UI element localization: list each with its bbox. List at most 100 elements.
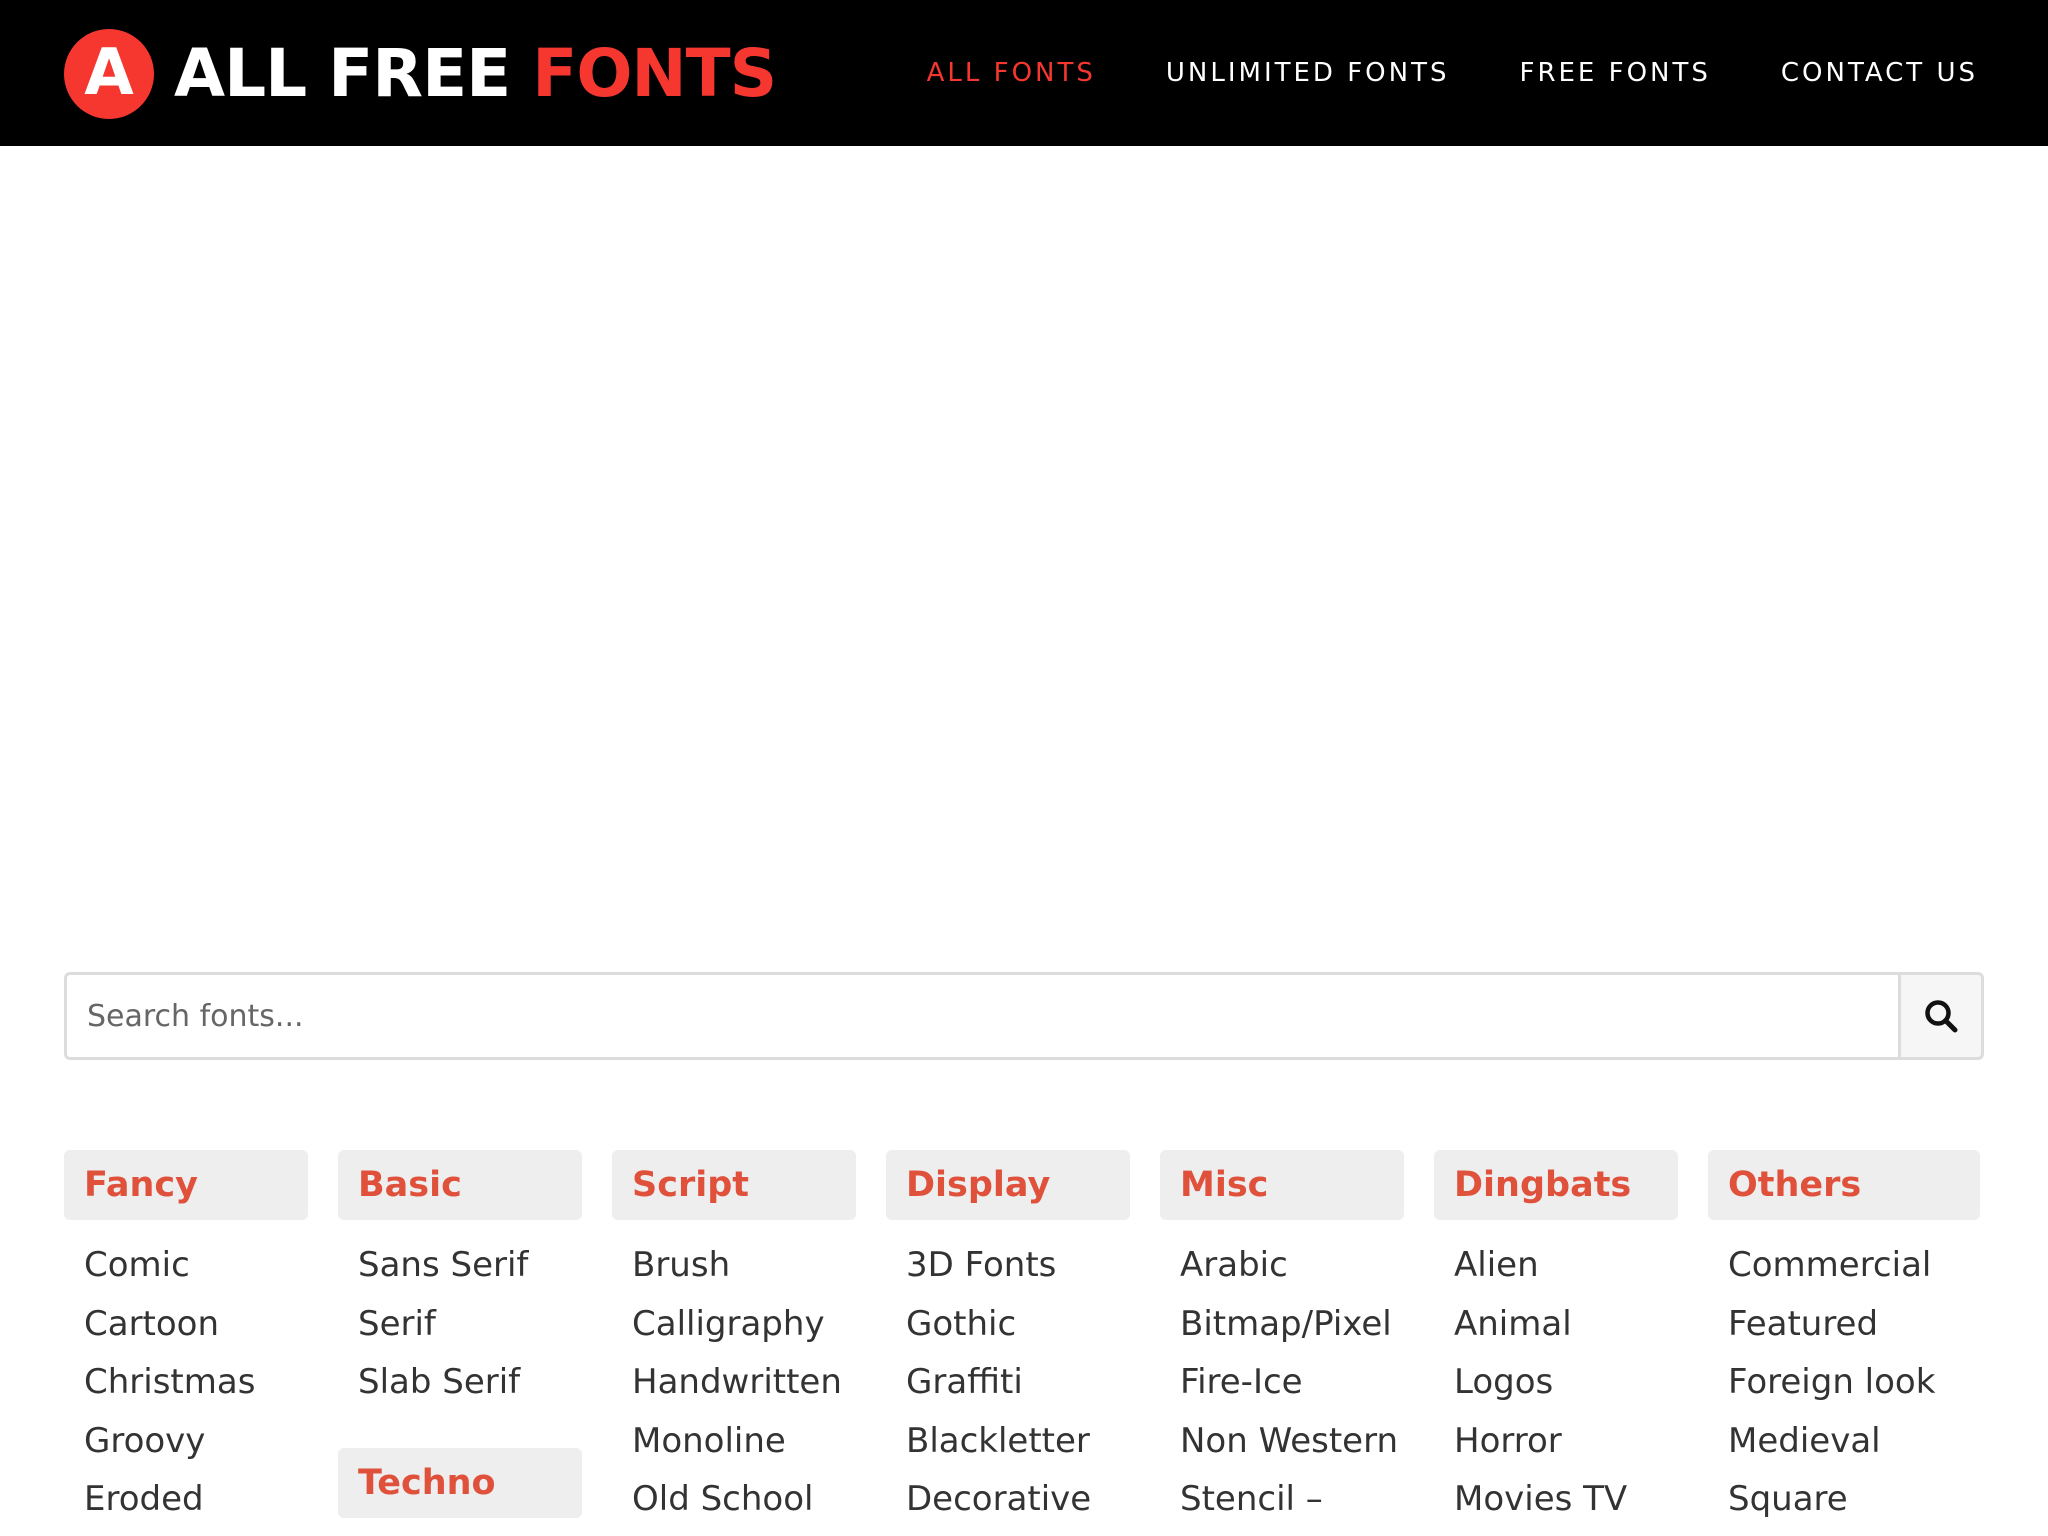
list-item: Horror	[1454, 1412, 1678, 1471]
category-list: Arabic Bitmap/Pixel Fire-Ice Non Western…	[1160, 1236, 1404, 1529]
search-button[interactable]	[1898, 972, 1984, 1060]
logo-text-red: FONTS	[532, 35, 777, 112]
list-item: Brush	[632, 1236, 856, 1295]
category-header-dingbats[interactable]: Dingbats	[1434, 1150, 1678, 1220]
list-item: Slab Serif	[358, 1353, 582, 1412]
nav-all-fonts[interactable]: ALL FONTS	[927, 58, 1096, 88]
category-link[interactable]: Cartoon	[84, 1304, 219, 1344]
category-list: Sans Serif Serif Slab Serif	[338, 1236, 582, 1412]
list-item: Groovy	[84, 1412, 308, 1471]
category-title: Others	[1728, 1165, 1862, 1205]
category-link[interactable]: Medieval	[1728, 1421, 1881, 1461]
category-header-others[interactable]: Others	[1708, 1150, 1980, 1220]
category-link[interactable]: Fire-Ice	[1180, 1362, 1303, 1402]
category-title: Fancy	[84, 1165, 198, 1205]
list-item: Serif	[358, 1295, 582, 1354]
category-header-misc[interactable]: Misc	[1160, 1150, 1404, 1220]
list-item: Bitmap/Pixel	[1180, 1295, 1404, 1354]
category-list: Alien Animal Logos Horror Movies TV	[1434, 1236, 1678, 1529]
list-item: Alien	[1454, 1236, 1678, 1295]
list-item: Featured	[1728, 1295, 1980, 1354]
category-link[interactable]: Groovy	[84, 1421, 205, 1461]
list-item: Cartoon	[84, 1295, 308, 1354]
category-header-fancy[interactable]: Fancy	[64, 1150, 308, 1220]
category-link[interactable]: Monoline	[632, 1421, 786, 1461]
nav-contact-us[interactable]: CONTACT US	[1781, 58, 1978, 88]
nav-unlimited-fonts[interactable]: UNLIMITED FONTS	[1166, 58, 1450, 88]
category-column-basic: Basic Sans Serif Serif Slab Serif Techno	[338, 1150, 582, 1518]
list-item: Logos	[1454, 1353, 1678, 1412]
list-item: Animal	[1454, 1295, 1678, 1354]
site-logo[interactable]: A ALL FREE FONTS	[64, 28, 777, 120]
list-item: Blackletter	[906, 1412, 1130, 1471]
list-item: Arabic	[1180, 1236, 1404, 1295]
logo-a-icon: A	[64, 29, 154, 119]
category-header-techno[interactable]: Techno	[338, 1447, 582, 1518]
search-input[interactable]	[64, 972, 1898, 1060]
list-item: Gothic	[906, 1295, 1130, 1354]
category-link[interactable]: Sans Serif	[358, 1245, 528, 1285]
category-link[interactable]: Featured	[1728, 1304, 1878, 1344]
category-link[interactable]: Horror	[1454, 1421, 1562, 1461]
category-link[interactable]: Logos	[1454, 1362, 1553, 1402]
list-item: Square	[1728, 1470, 1980, 1529]
category-title: Display	[906, 1165, 1051, 1205]
category-link[interactable]: Arabic	[1180, 1245, 1288, 1285]
list-item: Eroded	[84, 1470, 308, 1529]
category-link[interactable]: Christmas	[84, 1362, 255, 1402]
search-icon	[1925, 1000, 1958, 1033]
list-item: Monoline	[632, 1412, 856, 1471]
category-link[interactable]: Alien	[1454, 1245, 1539, 1285]
category-header-display[interactable]: Display	[886, 1150, 1130, 1220]
list-item: 3D Fonts	[906, 1236, 1130, 1295]
category-link[interactable]: Slab Serif	[358, 1362, 520, 1402]
category-link[interactable]: Graffiti	[906, 1362, 1023, 1402]
category-link[interactable]: Serif	[358, 1304, 436, 1344]
list-item: Decorative	[906, 1470, 1130, 1529]
category-link[interactable]: Brush	[632, 1245, 730, 1285]
category-title: Misc	[1180, 1165, 1269, 1205]
search-bar	[64, 972, 1984, 1060]
list-item: Handwritten	[632, 1353, 856, 1412]
category-title: Dingbats	[1454, 1165, 1632, 1205]
list-item: Calligraphy	[632, 1295, 856, 1354]
category-link[interactable]: Movies TV	[1454, 1479, 1627, 1519]
category-list: Brush Calligraphy Handwritten Monoline O…	[612, 1236, 856, 1529]
category-column-fancy: Fancy Comic Cartoon Christmas Groovy Ero…	[64, 1150, 308, 1529]
category-link[interactable]: Stencil –	[1180, 1479, 1323, 1519]
category-title: Basic	[358, 1165, 462, 1205]
list-item: Foreign look	[1728, 1353, 1980, 1412]
category-link[interactable]: Non Western	[1180, 1421, 1398, 1461]
category-link[interactable]: Commercial	[1728, 1245, 1931, 1285]
category-link[interactable]: Animal	[1454, 1304, 1572, 1344]
category-link[interactable]: Old School	[632, 1479, 813, 1519]
logo-text-white: ALL FREE	[174, 35, 511, 112]
category-link[interactable]: Bitmap/Pixel	[1180, 1304, 1392, 1344]
category-link[interactable]: Square	[1728, 1479, 1848, 1519]
list-item: Christmas	[84, 1353, 308, 1412]
category-link[interactable]: Gothic	[906, 1304, 1016, 1344]
category-link[interactable]: Comic	[84, 1245, 190, 1285]
category-column-misc: Misc Arabic Bitmap/Pixel Fire-Ice Non We…	[1160, 1150, 1404, 1529]
category-link[interactable]: Eroded	[84, 1479, 204, 1519]
nav-free-fonts[interactable]: FREE FONTS	[1519, 58, 1710, 88]
category-list: Commercial Featured Foreign look Medieva…	[1708, 1236, 1980, 1529]
category-header-script[interactable]: Script	[612, 1150, 856, 1220]
category-title: Script	[632, 1165, 749, 1205]
logo-wordmark: ALL FREE FONTS	[174, 41, 777, 107]
list-item: Non Western	[1180, 1412, 1404, 1471]
category-list: Comic Cartoon Christmas Groovy Eroded	[64, 1236, 308, 1529]
category-column-script: Script Brush Calligraphy Handwritten Mon…	[612, 1150, 856, 1529]
category-link[interactable]: 3D Fonts	[906, 1245, 1056, 1285]
list-item: Movies TV	[1454, 1470, 1678, 1529]
list-item: Stencil –	[1180, 1470, 1404, 1529]
category-link[interactable]: Decorative	[906, 1479, 1091, 1519]
category-link[interactable]: Handwritten	[632, 1362, 842, 1402]
category-link[interactable]: Blackletter	[906, 1421, 1090, 1461]
list-item: Old School	[632, 1470, 856, 1529]
list-item: Fire-Ice	[1180, 1353, 1404, 1412]
category-header-basic[interactable]: Basic	[338, 1150, 582, 1220]
category-link[interactable]: Foreign look	[1728, 1362, 1935, 1402]
main-nav: ALL FONTS UNLIMITED FONTS FREE FONTS CON…	[857, 0, 1978, 146]
category-link[interactable]: Calligraphy	[632, 1304, 825, 1344]
